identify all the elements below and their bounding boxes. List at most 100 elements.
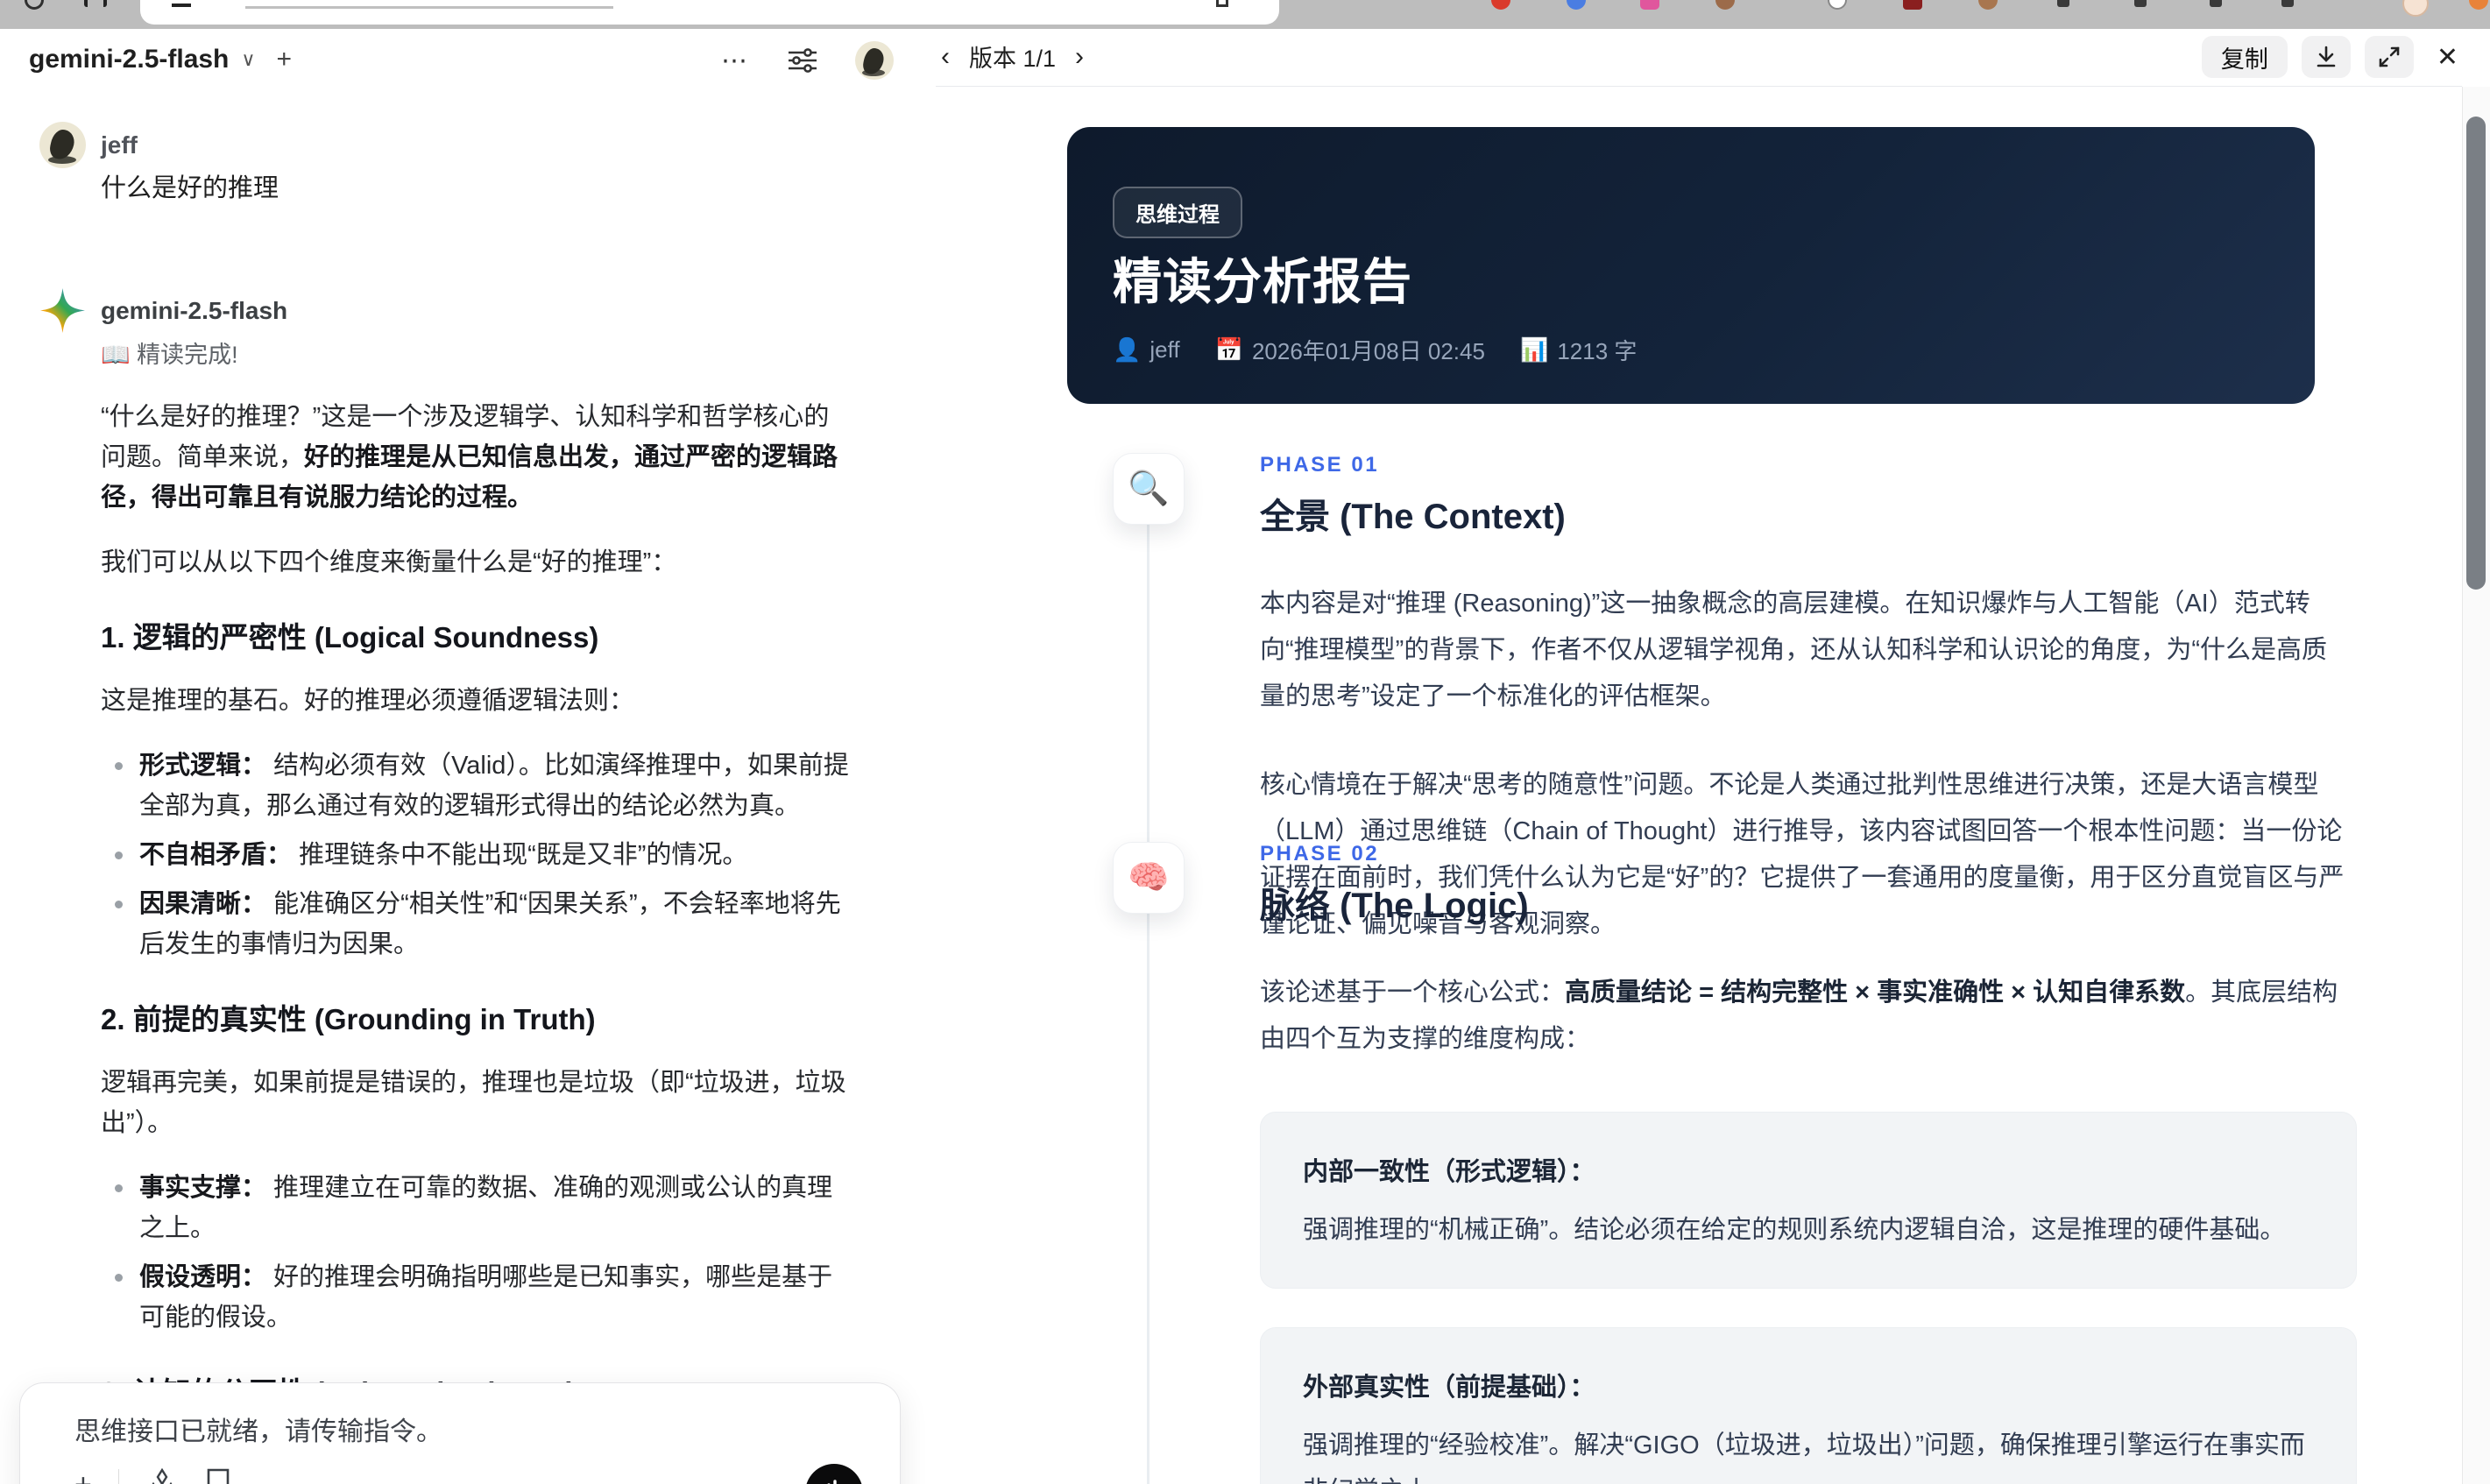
chat-panel: gemini-2.5-flash ∨ + ⋯ jeff 什么是好的推理 gemi…	[0, 29, 929, 1484]
reload-icon[interactable]	[25, 0, 44, 10]
browser-toolbar	[0, 0, 2490, 29]
dimension-box-2-text: 强调推理的“经验校准”。解决“GIGO（垃圾进，垃圾出）”问题，确保推理引擎运行…	[1303, 1431, 2305, 1484]
model-name: gemini-2.5-flash	[29, 45, 230, 74]
report-word-count: 1213 字	[1557, 338, 1638, 364]
copy-button[interactable]: 复制	[2201, 36, 2288, 78]
fullscreen-button[interactable]	[2364, 36, 2414, 78]
scrollbar-thumb[interactable]	[2466, 117, 2486, 590]
assistant-response: “什么是好的推理？”这是一个涉及逻辑学、认知科学和哲学核心的问题。简单来说，好的…	[101, 397, 854, 1413]
composer-divider	[117, 1469, 119, 1484]
list-item: 假设透明： 好的推理会明确指明哪些是已知事实，哪些是基于可能的假设。	[101, 1257, 854, 1338]
section-1-lead: 这是推理的基石。好的推理必须遵循逻辑法则：	[101, 687, 635, 715]
phase-1-eyebrow: PHASE 01	[1260, 453, 1380, 477]
extension-pink-icon[interactable]	[1640, 0, 1659, 10]
assistant-message: gemini-2.5-flash 📖 精读完成! “什么是好的推理？”这是一个涉…	[0, 265, 929, 1413]
assistant-status: 📖 精读完成!	[101, 342, 238, 368]
dimension-box-1: 内部一致性（形式逻辑）： 强调推理的“机械正确”。结论必须在给定的规则系统内逻辑…	[1260, 1112, 2357, 1289]
bookmark-icon[interactable]	[205, 1467, 231, 1484]
list-item: 因果清晰： 能准确区分“相关性”和“因果关系”，不会轻率地将先后发生的事情归为因…	[101, 884, 854, 965]
model-selector[interactable]: gemini-2.5-flash ∨ +	[29, 45, 292, 74]
apps-grid-icon[interactable]	[84, 0, 107, 7]
artifact-scrollbar[interactable]	[2462, 87, 2490, 1484]
extension-mono-icon-3[interactable]	[2210, 0, 2222, 7]
extension-blue-icon[interactable]	[1567, 0, 1586, 10]
tab-title-remnant	[245, 0, 613, 9]
tab-menu-icon	[172, 0, 191, 7]
user-message: jeff 什么是好的推理	[0, 99, 929, 208]
section-2-lead: 逻辑再完美，如果前提是错误的，推理也是垃圾（即“垃圾进，垃圾出”）。	[101, 1069, 846, 1137]
artifact-content[interactable]: 思维过程 精读分析报告 👤 jeff 📅 2026年01月08日 02:45 📊 12…	[929, 87, 2462, 1484]
chat-header-actions: ⋯	[721, 41, 894, 80]
phase-1-section: 🔍 PHASE 01 全景 (The Context) 本内容是对“推理 (Re…	[1113, 453, 2361, 938]
download-icon	[2317, 46, 2336, 67]
list-item: 事实支撑： 推理建立在可靠的数据、准确的观测或公认的真理之上。	[101, 1168, 854, 1248]
extension-brown-icon[interactable]	[1715, 0, 1735, 10]
dimension-box-1-title: 内部一致性（形式逻辑）：	[1303, 1158, 1595, 1186]
dimension-box-2-title: 外部真实性（前提基础）：	[1303, 1374, 1595, 1402]
more-options-icon[interactable]: ⋯	[721, 46, 750, 76]
download-button[interactable]	[2301, 36, 2351, 78]
artifact-panel: ‹ 版本 1/1 › 复制 ✕ 思维过程 精读分析报告 👤 jeff 📅 202…	[929, 29, 2490, 1484]
phase-1-paragraph-1: 本内容是对“推理 (Reasoning)”这一抽象概念的高层建模。在知识爆炸与人…	[1260, 590, 2327, 710]
section-2-title: 2. 前提的真实性 (Grounding in Truth)	[101, 1003, 596, 1035]
assistant-name: gemini-2.5-flash	[101, 297, 288, 324]
phase-1-title: 全景 (The Context)	[1260, 498, 1566, 536]
sparkle-tools-icon[interactable]	[145, 1467, 179, 1484]
chat-header: gemini-2.5-flash ∨ + ⋯	[0, 29, 929, 99]
settings-sliders-icon[interactable]	[787, 47, 818, 74]
version-label: 版本 1/1	[969, 46, 1057, 72]
extension-red-icon[interactable]	[1491, 0, 1510, 10]
extension-mono-icon-4[interactable]	[2281, 0, 2294, 7]
author-icon: 👤	[1113, 336, 1142, 363]
phase-2-section: 🧠 PHASE 02 脉络 (The Logic) 该论述基于一个核心公式：高质…	[1113, 842, 2361, 1484]
extension-white-icon[interactable]	[1828, 0, 1847, 10]
expand-icon	[2379, 46, 2400, 67]
bookmark-star-icon[interactable]	[1216, 0, 1228, 7]
calendar-icon: 📅	[1214, 336, 1243, 363]
close-icon[interactable]: ✕	[2437, 42, 2458, 73]
report-badge: 思维过程	[1113, 187, 1242, 238]
list-item: 形式逻辑： 结构必须有效（Valid）。比如演绎推理中，如果前提全部为真，那么通…	[101, 746, 854, 826]
browser-orange-icon[interactable]	[2469, 0, 2488, 10]
book-icon: 📖	[101, 342, 131, 368]
composer-input[interactable]: 思维接口已就绪，请传输指令。	[74, 1410, 847, 1448]
extension-tan-icon[interactable]	[1978, 0, 1998, 10]
composer-actions: +	[74, 1467, 865, 1484]
dimension-box-1-text: 强调推理的“机械正确”。结论必须在给定的规则系统内逻辑自洽，这是推理的硬件基础。	[1303, 1216, 2286, 1244]
dimension-box-2: 外部真实性（前提基础）： 强调推理的“经验校准”。解决“GIGO（垃圾进，垃圾出…	[1260, 1327, 2357, 1484]
version-navigator: ‹ 版本 1/1 ›	[941, 39, 1084, 74]
phase-2-lead: 该论述基于一个核心公式：高质量结论 = 结构完整性 × 事实准确性 × 认知自律…	[1260, 979, 2338, 1053]
section-1-list: 形式逻辑： 结构必须有效（Valid）。比如演绎推理中，如果前提全部为真，那么通…	[101, 746, 854, 965]
timeline-line	[1147, 914, 1150, 1484]
phase-2-eyebrow: PHASE 02	[1260, 842, 1380, 866]
account-avatar[interactable]	[855, 41, 894, 80]
chevron-down-icon: ∨	[241, 48, 256, 70]
section-1-title: 1. 逻辑的严密性 (Logical Soundness)	[101, 621, 599, 654]
list-item: 不自相矛盾： 推理链条中不能出现“既是又非”的情况。	[101, 835, 854, 875]
new-chat-button[interactable]: +	[277, 45, 293, 74]
user-message-text: 什么是好的推理	[101, 174, 279, 202]
artifact-actions: 复制 ✕	[2201, 36, 2458, 78]
prev-version-button[interactable]: ‹	[941, 43, 950, 70]
report-date: 2026年01月08日 02:45	[1251, 338, 1485, 364]
report-hero-card: 思维过程 精读分析报告 👤 jeff 📅 2026年01月08日 02:45 📊 12…	[1067, 127, 2315, 404]
extension-mono-icon-2[interactable]	[2134, 0, 2147, 7]
next-version-button[interactable]: ›	[1075, 43, 1084, 70]
phase-2-title: 脉络 (The Logic)	[1260, 887, 1529, 925]
report-meta: 👤 jeff 📅 2026年01月08日 02:45 📊 1213 字	[1113, 334, 1637, 366]
phase-2-icon-card: 🧠	[1113, 842, 1185, 914]
artifact-toolbar: ‹ 版本 1/1 › 复制 ✕	[929, 29, 2490, 86]
chat-message-list[interactable]: jeff 什么是好的推理 gemini-2.5-flash 📖 精读完成! “什…	[0, 99, 929, 1413]
phase-1-icon-card: 🔍	[1113, 453, 1185, 525]
app-window: gemini-2.5-flash ∨ + ⋯ jeff 什么是好的推理 gemi…	[0, 0, 2490, 1484]
profile-avatar-icon[interactable]	[2402, 0, 2429, 17]
extension-mono-icon-1[interactable]	[2057, 0, 2069, 7]
user-avatar	[39, 122, 86, 168]
composer[interactable]: 思维接口已就绪，请传输指令。 +	[19, 1382, 901, 1484]
magnifier-icon: 🔍	[1128, 470, 1170, 507]
extension-darkred-icon[interactable]	[1903, 0, 1922, 10]
attach-plus-icon[interactable]: +	[74, 1467, 92, 1484]
user-name: jeff	[101, 131, 138, 159]
gemini-star-icon	[40, 288, 85, 333]
brain-icon: 🧠	[1128, 859, 1170, 896]
